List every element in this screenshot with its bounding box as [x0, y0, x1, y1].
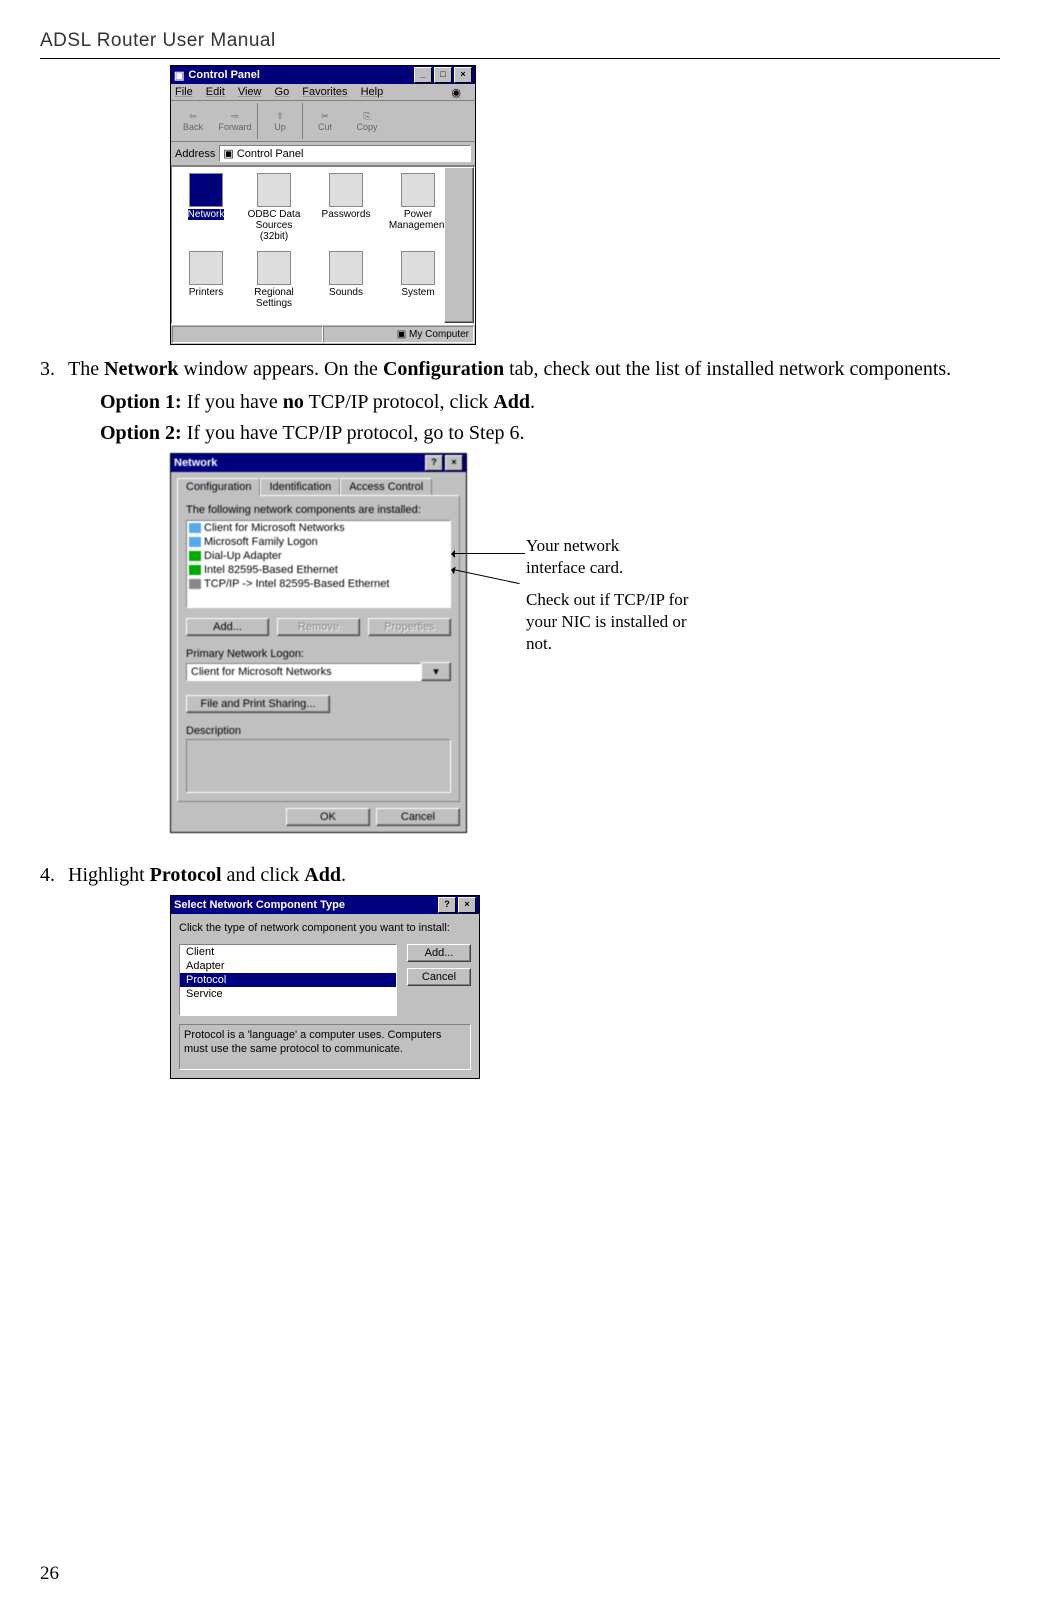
- description-label: Description: [186, 725, 451, 737]
- menu-go[interactable]: Go: [275, 86, 290, 98]
- description-box: Protocol is a 'language' a computer uses…: [179, 1024, 471, 1070]
- icon-odbc[interactable]: ODBC Data Sources (32bit): [244, 173, 304, 242]
- component-list[interactable]: Client for Microsoft Networks Microsoft …: [186, 520, 451, 608]
- step-number: 4.: [40, 861, 68, 889]
- address-label: Address: [175, 148, 215, 160]
- menu-favorites[interactable]: Favorites: [302, 86, 347, 98]
- menubar: File Edit View Go Favorites Help ◉: [171, 84, 475, 101]
- address-field[interactable]: ▣ Control Panel: [219, 145, 471, 162]
- cancel-button[interactable]: Cancel: [376, 808, 460, 826]
- component-type-list[interactable]: Client Adapter Protocol Service: [179, 944, 397, 1016]
- add-button[interactable]: Add...: [407, 944, 471, 962]
- minimize-button[interactable]: _: [414, 67, 432, 83]
- menu-help[interactable]: Help: [361, 86, 384, 98]
- combo-dropdown[interactable]: ▾: [421, 662, 451, 681]
- toolbar: ⇦Back ⇨Forward ⇧Up ✂Cut ⎘Copy: [171, 101, 475, 142]
- step-text: Highlight Protocol and click Add.: [68, 861, 1000, 889]
- list-item[interactable]: Client for Microsoft Networks: [187, 521, 450, 535]
- add-button[interactable]: Add...: [186, 618, 269, 636]
- scrollbar[interactable]: [444, 167, 474, 323]
- titlebar: ▣ Control Panel _ □ ×: [171, 66, 475, 84]
- list-item[interactable]: Adapter: [180, 959, 396, 973]
- icon-printers[interactable]: Printers: [176, 251, 236, 298]
- menu-view[interactable]: View: [238, 86, 262, 98]
- close-button[interactable]: ×: [458, 897, 476, 913]
- list-item[interactable]: Dial-Up Adapter: [187, 549, 450, 563]
- addressbar: Address ▣ Control Panel: [171, 142, 475, 166]
- cut-button[interactable]: ✂Cut: [302, 103, 345, 139]
- icon-passwords[interactable]: Passwords: [316, 173, 376, 220]
- option-1: Option 1: If you have no TCP/IP protocol…: [100, 387, 1000, 418]
- page-header: ADSL Router User Manual: [40, 30, 1000, 59]
- up-button[interactable]: ⇧Up: [257, 103, 300, 139]
- copy-button[interactable]: ⎘Copy: [347, 103, 387, 139]
- tab-configuration[interactable]: Configuration: [177, 478, 260, 496]
- tab-access-control[interactable]: Access Control: [340, 478, 432, 495]
- close-button[interactable]: ×: [454, 67, 472, 83]
- tabs: Configuration Identification Access Cont…: [171, 472, 466, 495]
- list-item[interactable]: Service: [180, 987, 396, 1001]
- status-text: ▣ My Computer: [323, 326, 474, 343]
- callout-nic: Your network interface card.: [526, 535, 676, 579]
- window-title: Control Panel: [184, 69, 412, 81]
- primary-logon-label: Primary Network Logon:: [186, 648, 451, 660]
- back-button[interactable]: ⇦Back: [173, 103, 213, 139]
- close-button[interactable]: ×: [445, 455, 463, 471]
- icon-system[interactable]: System: [388, 251, 448, 298]
- control-panel-window: ▣ Control Panel _ □ × File Edit View Go …: [170, 65, 476, 345]
- menu-edit[interactable]: Edit: [206, 86, 225, 98]
- list-item[interactable]: Intel 82595-Based Ethernet: [187, 563, 450, 577]
- network-window: Network ? × Configuration Identification…: [170, 453, 467, 833]
- tab-identification[interactable]: Identification: [260, 478, 340, 495]
- list-item[interactable]: Client: [180, 945, 396, 959]
- prompt-text: Click the type of network component you …: [171, 914, 479, 936]
- cancel-button[interactable]: Cancel: [407, 968, 471, 986]
- icon-sounds[interactable]: Sounds: [316, 251, 376, 298]
- statusbar: ▣ My Computer: [171, 324, 475, 344]
- option-2: Option 2: If you have TCP/IP protocol, g…: [100, 418, 1000, 449]
- callout-arrow: [453, 553, 525, 554]
- list-prompt: The following network components are ins…: [186, 504, 451, 516]
- remove-button[interactable]: Remove: [277, 618, 360, 636]
- help-button[interactable]: ?: [425, 455, 443, 471]
- list-item-selected[interactable]: Protocol: [180, 973, 396, 987]
- step-text: The Network window appears. On the Confi…: [68, 355, 1000, 383]
- list-item[interactable]: Microsoft Family Logon: [187, 535, 450, 549]
- titlebar: Network ? ×: [171, 454, 466, 472]
- maximize-button[interactable]: □: [434, 67, 452, 83]
- callout-tcpip: Check out if TCP/IP for your NIC is inst…: [526, 589, 696, 655]
- file-print-sharing-button[interactable]: File and Print Sharing...: [186, 695, 330, 713]
- menu-file[interactable]: File: [175, 86, 193, 98]
- window-title: Network: [174, 457, 423, 469]
- icon-network[interactable]: Network: [176, 173, 236, 220]
- step-number: 3.: [40, 355, 68, 383]
- titlebar: Select Network Component Type ? ×: [171, 896, 479, 914]
- properties-button[interactable]: Properties: [368, 618, 451, 636]
- page-number: 26: [40, 1563, 59, 1585]
- list-item[interactable]: TCP/IP -> Intel 82595-Based Ethernet: [187, 577, 450, 591]
- icon-regional[interactable]: Regional Settings: [244, 251, 304, 309]
- icon-area: Network ODBC Data Sources (32bit) Passwo…: [171, 166, 475, 324]
- primary-logon-combo[interactable]: Client for Microsoft Networks: [186, 663, 421, 681]
- ok-button[interactable]: OK: [286, 808, 370, 826]
- description-box: [186, 739, 451, 793]
- window-title: Select Network Component Type: [174, 899, 436, 911]
- help-button[interactable]: ?: [438, 897, 456, 913]
- icon-power[interactable]: Power Management: [388, 173, 448, 231]
- sys-icon: ▣: [174, 69, 184, 82]
- select-component-window: Select Network Component Type ? × Click …: [170, 895, 480, 1079]
- forward-button[interactable]: ⇨Forward: [215, 103, 255, 139]
